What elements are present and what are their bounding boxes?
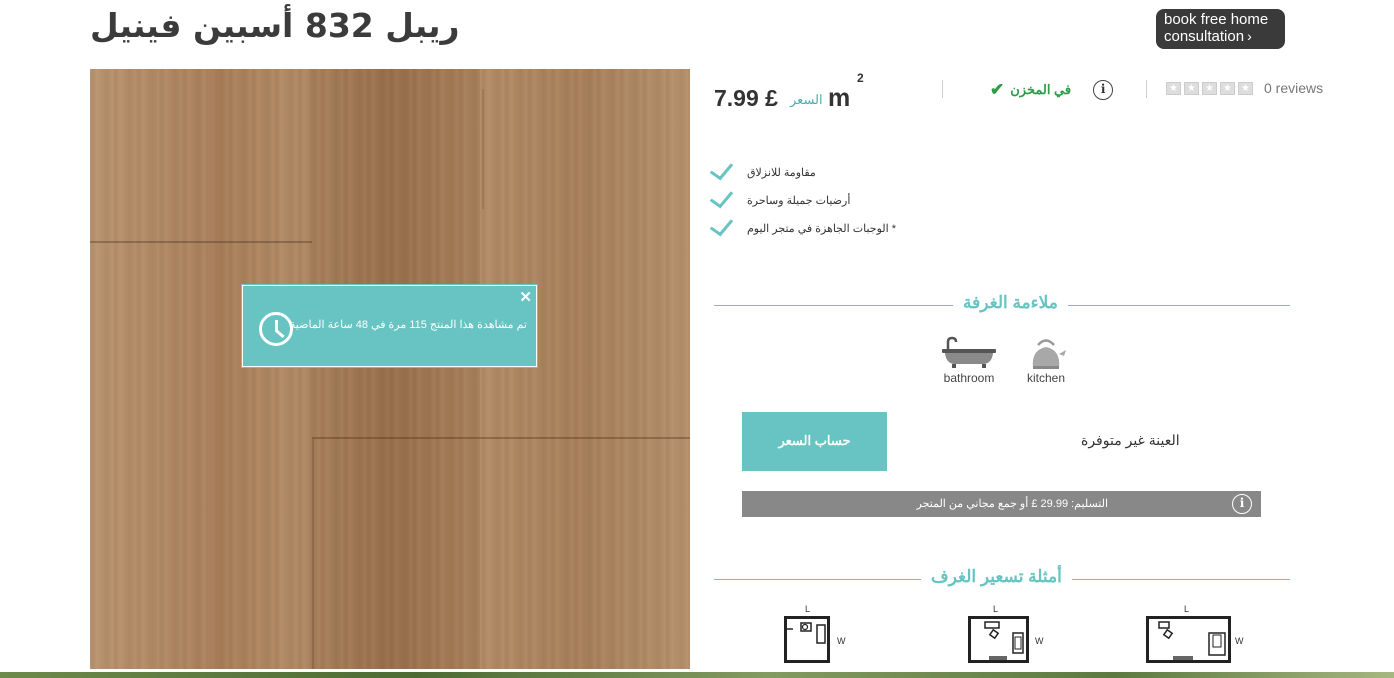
star-icon: ★ [1166, 81, 1181, 95]
room-suitability-heading: ملاءمة الغرفة [714, 293, 1290, 317]
divider [1146, 80, 1147, 98]
floor-plan-icon [784, 616, 830, 663]
bathtub-icon [940, 336, 998, 370]
feature-item: * الوجبات الجاهزة في متجر اليوم [710, 218, 910, 246]
wood-plank [90, 69, 210, 669]
consultation-line-1: book free home [1164, 11, 1269, 28]
views-message: تم مشاهدة هذا المنتج 115 مرة في 48 ساعة … [289, 319, 527, 331]
stock-text: في المخزن [1010, 82, 1072, 97]
reviews-count[interactable]: 0 reviews [1264, 80, 1323, 96]
plank-seam [312, 439, 314, 669]
footer-image-strip [0, 672, 1394, 678]
close-icon[interactable]: ✕ [519, 288, 532, 306]
check-icon: ✔ [990, 80, 1005, 99]
length-label: L [993, 604, 999, 614]
room-pricing-heading: أمثلة تسعير الغرف [714, 567, 1290, 591]
price-unit-power: 2 [857, 71, 864, 85]
kettle-icon [1017, 336, 1075, 370]
chevron-right-icon: › [1247, 28, 1252, 44]
feature-item: أرضيات جميلة وساحرة [710, 190, 910, 218]
plank-seam [90, 241, 312, 243]
price-label: السعر [790, 92, 823, 107]
rating[interactable]: ★ ★ ★ ★ ★ 0 reviews [1166, 80, 1323, 96]
price-amount: 7.99 £ [714, 85, 778, 111]
delivery-text: التسليم: 29.99 £ أو جمع مجاني من المتجر [916, 498, 1108, 510]
plank-seam [482, 89, 484, 209]
room-label: bathroom [943, 371, 995, 385]
section-title: أمثلة تسعير الغرف [921, 567, 1072, 587]
product-page: ريبل 832 أسبين فينيل book free home cons… [0, 0, 1394, 678]
room-plan-small[interactable]: L W [780, 604, 870, 670]
wood-plank [480, 69, 690, 669]
star-icon: ★ [1238, 81, 1253, 95]
length-label: L [1184, 604, 1190, 614]
consultation-line-2: consultation [1164, 28, 1245, 45]
product-image[interactable] [90, 69, 690, 669]
room-plan-medium[interactable]: L W [964, 604, 1054, 670]
length-label: L [805, 604, 811, 614]
section-title: ملاءمة الغرفة [953, 293, 1068, 313]
book-consultation-button[interactable]: book free home consultation › [1156, 9, 1285, 49]
divider [942, 80, 943, 98]
clock-icon [259, 312, 293, 346]
delivery-bar: التسليم: 29.99 £ أو جمع مجاني من المتجر … [742, 491, 1261, 517]
stock-status: ✔ في المخزن i [990, 80, 1114, 100]
product-title: ريبل 832 أسبين فينيل [90, 6, 460, 45]
room-kitchen[interactable]: kitchen [1014, 336, 1078, 385]
sample-unavailable: العينة غير متوفرة [1081, 432, 1180, 448]
checkmark-icon [710, 190, 734, 210]
floor-plan-icon [1146, 616, 1231, 663]
star-icon: ★ [1202, 81, 1217, 95]
feature-text: * الوجبات الجاهزة في متجر اليوم [747, 223, 896, 235]
feature-text: مقاومة للانزلاق [747, 167, 816, 179]
floor-plan-icon [968, 616, 1029, 663]
width-label: W [837, 636, 846, 646]
info-icon[interactable]: i [1093, 80, 1114, 100]
plank-seam [312, 437, 690, 439]
info-icon[interactable]: i [1232, 494, 1252, 514]
checkmark-icon [710, 162, 734, 182]
width-label: W [1235, 636, 1244, 646]
star-icon: ★ [1184, 81, 1199, 95]
width-label: W [1035, 636, 1044, 646]
price-unit: m [828, 84, 851, 112]
room-bathroom[interactable]: bathroom [937, 336, 1001, 385]
feature-list: مقاومة للانزلاق أرضيات جميلة وساحرة * ال… [710, 162, 910, 246]
feature-text: أرضيات جميلة وساحرة [747, 195, 851, 207]
calculate-price-button[interactable]: حساب السعر [742, 412, 887, 471]
star-icon: ★ [1220, 81, 1235, 95]
views-notification: ✕ تم مشاهدة هذا المنتج 115 مرة في 48 ساع… [242, 285, 537, 367]
checkmark-icon [710, 218, 734, 238]
room-plan-large[interactable]: L W [1142, 604, 1244, 670]
feature-item: مقاومة للانزلاق [710, 162, 910, 190]
wood-plank [310, 69, 480, 669]
room-label: kitchen [1026, 371, 1066, 385]
